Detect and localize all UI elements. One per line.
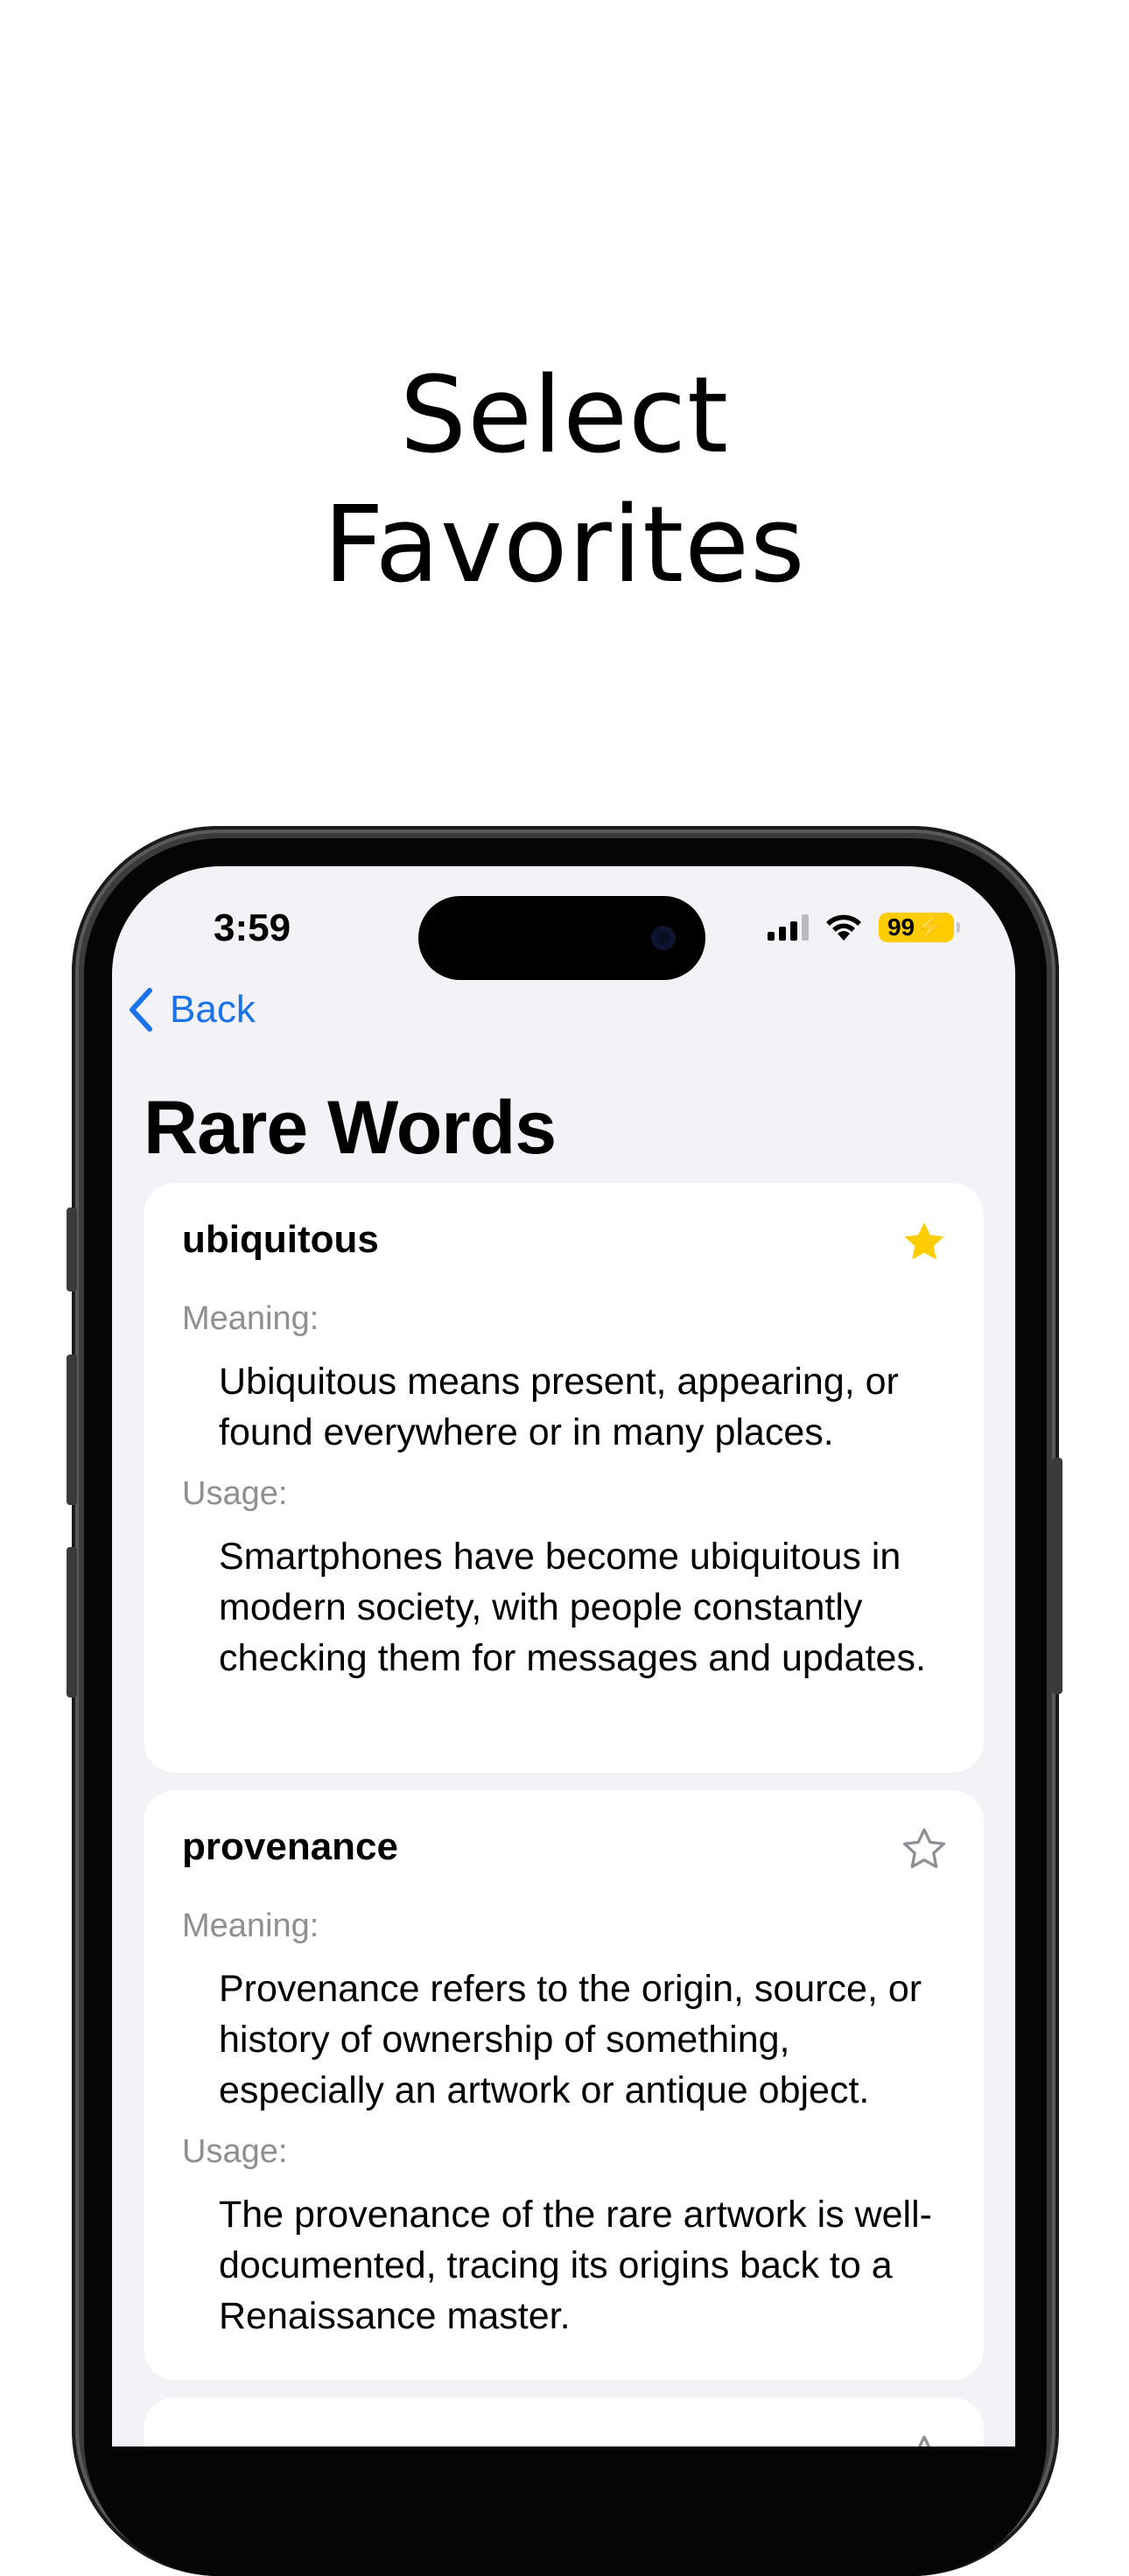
headline-line-2: Favorites — [323, 485, 806, 606]
camera-icon — [651, 926, 676, 950]
word-card-partial — [144, 2398, 984, 2446]
word-title: provenance — [182, 1825, 398, 1868]
meaning-text: Ubiquitous means present, appearing, or … — [219, 1361, 899, 1453]
favorite-star-filled-icon[interactable] — [900, 1218, 949, 1267]
phone-volume-down-button — [67, 1547, 77, 1698]
wifi-icon — [825, 914, 861, 941]
phone-volume-up-button — [67, 1354, 77, 1505]
back-button-label: Back — [170, 988, 256, 1031]
usage-text: Smartphones have become ubiquitous in mo… — [219, 1536, 926, 1679]
usage-label: Usage: — [182, 2133, 288, 2170]
headline-line-1: Select — [399, 355, 730, 477]
word-card: provenance Meaning: Provenance refers to… — [144, 1790, 984, 2380]
status-icons: 99⚡ — [767, 910, 961, 945]
meaning-text: Provenance refers to the origin, source,… — [219, 1968, 922, 2111]
phone-action-button — [67, 1208, 77, 1292]
usage-text: The provenance of the rare artwork is we… — [219, 2194, 932, 2337]
meaning-label: Meaning: — [182, 1908, 319, 1944]
dynamic-island — [418, 896, 705, 980]
favorite-star-outline-icon[interactable] — [900, 1825, 949, 1874]
back-button[interactable]: Back — [128, 987, 256, 1032]
page-title: Rare Words — [144, 1086, 557, 1170]
favorite-star-outline-icon[interactable] — [900, 2432, 949, 2446]
usage-label: Usage: — [182, 1475, 288, 1512]
phone-screen: 3:59 99⚡ Back Rare Words ubiquitous Mean… — [112, 866, 1015, 2446]
status-time: 3:59 — [214, 906, 291, 949]
cellular-signal-icon — [767, 914, 809, 941]
marketing-headline: Select Favorites — [0, 352, 1129, 611]
word-title: ubiquitous — [182, 1218, 379, 1261]
chevron-left-icon — [130, 988, 152, 1032]
phone-power-button — [1052, 1458, 1062, 1694]
meaning-label: Meaning: — [182, 1300, 319, 1337]
word-card: ubiquitous Meaning: Ubiquitous means pre… — [144, 1183, 984, 1773]
battery-indicator: 99⚡ — [878, 913, 961, 942]
